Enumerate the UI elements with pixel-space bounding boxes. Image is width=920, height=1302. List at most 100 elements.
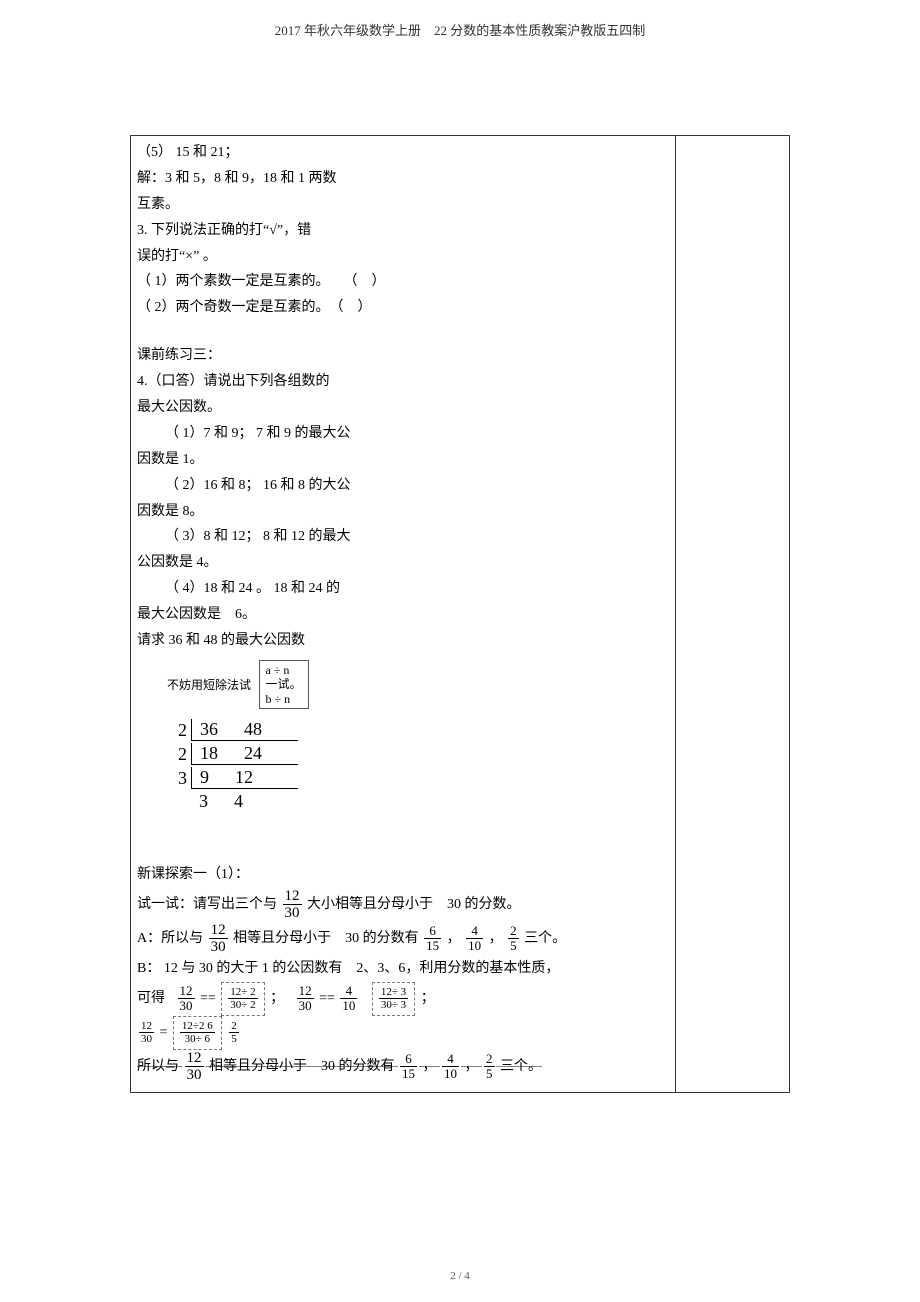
hint-top: a ÷ n (266, 663, 302, 677)
sd-num: 9 (200, 767, 209, 788)
text: 试一试：请写出三个与 (137, 897, 277, 912)
hint-bot: b ÷ n (266, 692, 302, 706)
text-line: （ 2）16 和 8； 16 和 8 的大公 (137, 473, 669, 499)
hint-box: a ÷ n 一试。 b ÷ n (259, 660, 309, 709)
text: A：所以与 (137, 931, 203, 946)
hint-row: 不妨用短除法试 a ÷ n 一试。 b ÷ n (137, 660, 669, 709)
text: ； (270, 991, 284, 1006)
sd-num: 3 (199, 791, 208, 812)
frac-den: 30 (139, 1033, 154, 1045)
frac-den: 5 (229, 1033, 239, 1045)
frac-num: 6 (400, 1052, 417, 1067)
text: 大小相等且分母小于 30 的分数。 (307, 897, 521, 912)
fraction: 12 30 (297, 984, 314, 1014)
fraction: 2 5 (484, 1052, 495, 1082)
section-title: 新课探索一（1）： (137, 862, 669, 888)
hint-label: 不妨用短除法试 (167, 678, 251, 692)
frac-num: 12 (283, 888, 302, 906)
frac-num: 2 (484, 1052, 495, 1067)
content-table: （5） 15 和 21； 解：3 和 5，8 和 9，18 和 1 两数 互素。… (130, 135, 790, 1093)
frac-den: 10 (442, 1067, 459, 1081)
text-line: 因数是 1。 (137, 447, 669, 473)
sd-divisor: 2 (167, 720, 191, 741)
side-column (675, 136, 789, 1093)
text: ， (423, 1059, 437, 1074)
frac-num: 12 (178, 984, 195, 999)
frac-num: 4 (442, 1052, 459, 1067)
text: 可得 (137, 991, 165, 1006)
page-header: 2017 年秋六年级数学上册 22 分数的基本性质教案沪教版五四制 (110, 20, 810, 45)
fraction: 12 30 (178, 984, 195, 1014)
fraction: 6 15 (424, 924, 441, 954)
frac-den: 30 (185, 1067, 204, 1084)
frac-num: 12÷ 3 (379, 986, 408, 999)
frac-num: 2 (508, 924, 519, 939)
text-line: （5） 15 和 21； (137, 140, 669, 166)
frac-den: 5 (484, 1067, 495, 1081)
fraction: 12÷2 6 30÷ 6 (180, 1020, 215, 1045)
frac-den: 30 (283, 905, 302, 922)
frac-den: 30 (209, 939, 228, 956)
text: 的分数有 (339, 1059, 395, 1074)
derivation-line-2: 12 30 = 12÷2 6 30÷ 6 2 5 (137, 1016, 669, 1050)
text-line: （ 4）18 和 24 。 18 和 24 的 (137, 576, 669, 602)
fraction: 12 30 (283, 888, 302, 922)
section-title: 课前练习三： (137, 343, 669, 369)
sd-num: 24 (244, 743, 262, 764)
text-line: 误的打“×” 。 (137, 244, 669, 270)
fraction: 4 10 (466, 924, 483, 954)
text-line: 因数是 8。 (137, 499, 669, 525)
frac-den: 10 (466, 939, 483, 953)
text: 的分数有 (363, 931, 419, 946)
fraction: 4 10 (340, 984, 357, 1014)
frac-num: 12 (209, 922, 228, 940)
frac-num: 6 (424, 924, 441, 939)
sd-num: 12 (235, 767, 253, 788)
dashed-box: 12÷2 6 30÷ 6 (173, 1016, 222, 1050)
text: == (319, 991, 335, 1006)
text: 所以与 (137, 1059, 179, 1074)
answer-a-line: A：所以与 12 30 相等且分母小于 30 的分数有 6 15 ， 4 10 (137, 922, 669, 956)
dashed-box: 12÷ 3 30÷ 3 (372, 982, 415, 1016)
text: 三个。 (500, 1059, 542, 1074)
text-line: 解：3 和 5，8 和 9，18 和 1 两数 (137, 166, 669, 192)
fraction: 6 15 (400, 1052, 417, 1082)
text-line: 3. 下列说法正确的打“√”，错 (137, 218, 669, 244)
text-line: 4.（口答）请说出下列各组数的 (137, 369, 669, 395)
text: ， (489, 931, 503, 946)
text-line: 最大公因数。 (137, 395, 669, 421)
final-line: 所以与 12 30 相等且分母小于 30 的分数有 6 15 ， 4 10 (137, 1050, 669, 1084)
fraction: 12 30 (139, 1020, 154, 1045)
frac-den: 30÷ 6 (180, 1033, 215, 1045)
text: == (200, 991, 216, 1006)
sd-num: 48 (244, 719, 262, 740)
frac-num: 12÷2 6 (180, 1020, 215, 1033)
text-line: （ 3）8 和 12； 8 和 12 的最大 (137, 524, 669, 550)
fraction: 12÷ 3 30÷ 3 (379, 986, 408, 1011)
frac-den: 15 (400, 1067, 417, 1081)
text-line: 互素。 (137, 192, 669, 218)
main-column: （5） 15 和 21； 解：3 和 5，8 和 9，18 和 1 两数 互素。… (131, 136, 676, 1093)
text-line: 最大公因数是 6。 (137, 602, 669, 628)
dashed-box: 12÷ 2 30÷ 2 (221, 982, 264, 1016)
frac-den: 30÷ 2 (228, 999, 257, 1011)
page-footer: 2 / 4 (0, 1270, 920, 1282)
text: ， (447, 931, 461, 946)
fraction: 2 5 (229, 1020, 239, 1045)
short-division: 2 36 48 2 18 24 3 (167, 719, 669, 812)
text: 相等且分母小于 30 (209, 1059, 335, 1074)
fraction: 12 30 (209, 922, 228, 956)
sd-divisor: 2 (167, 744, 191, 765)
sd-num: 36 (200, 719, 218, 740)
frac-den: 30 (297, 999, 314, 1013)
text: ； (421, 991, 435, 1006)
fraction: 2 5 (508, 924, 519, 954)
frac-den: 15 (424, 939, 441, 953)
text-line: （ 1）两个素数一定是互素的。 （ ） (137, 269, 669, 295)
fraction: 4 10 (442, 1052, 459, 1082)
sd-divisor: 3 (167, 768, 191, 789)
answer-b-line: B： 12 与 30 的大于 1 的公因数有 2、3、6，利用分数的基本性质， (137, 956, 669, 982)
text: 相等且分母小于 30 (233, 931, 359, 946)
text-line: （ 1）7 和 9； 7 和 9 的最大公 (137, 421, 669, 447)
hint-mid: 一试。 (266, 677, 302, 691)
